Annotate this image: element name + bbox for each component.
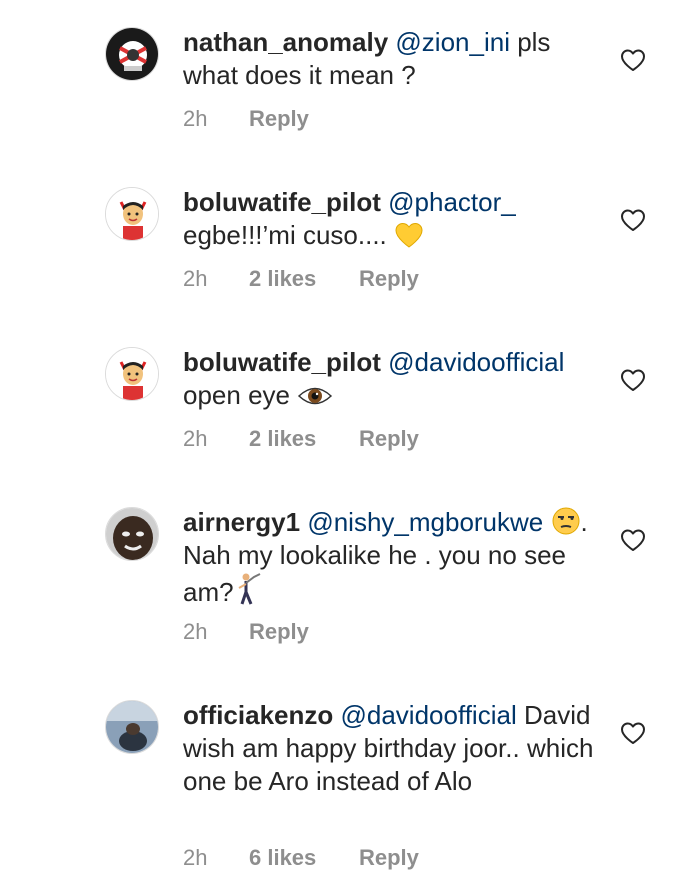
comment-username[interactable]: officiakenzo <box>183 700 333 730</box>
comment-time: 2h <box>183 106 208 131</box>
reply-button[interactable]: Reply <box>359 845 419 871</box>
avatar[interactable] <box>105 700 159 754</box>
avatar[interactable] <box>105 347 159 401</box>
comment-mention[interactable]: @phactor_ <box>388 187 516 217</box>
reply-button[interactable]: Reply <box>359 426 419 452</box>
unamused-face-emoji <box>552 507 579 535</box>
avatar[interactable] <box>105 187 159 241</box>
comment-mention[interactable]: @zion_ini <box>395 27 510 57</box>
comment-body: egbe!!!’mi cuso.... <box>183 220 394 250</box>
comment-meta: 2h 2 likes Reply <box>183 426 419 452</box>
reply-button[interactable]: Reply <box>249 106 309 132</box>
comment-username[interactable]: nathan_anomaly <box>183 27 388 57</box>
heart-outline-icon[interactable] <box>620 208 646 232</box>
comment-mention[interactable]: @nishy_mgborukwe <box>307 507 543 537</box>
comment-text: officiakenzo @davidoofficial David wish … <box>183 699 598 798</box>
comment-meta: 2h Reply <box>183 106 309 132</box>
heart-outline-icon[interactable] <box>620 48 646 72</box>
yellow-heart-emoji <box>395 222 423 248</box>
comment-likes[interactable]: 2 likes <box>249 266 359 292</box>
comment-mention[interactable]: @davidoofficial <box>340 700 516 730</box>
comment-meta: 2h Reply <box>183 619 309 645</box>
comment-time: 2h <box>183 266 208 291</box>
comment-time: 2h <box>183 845 208 870</box>
comment-likes[interactable]: 2 likes <box>249 426 359 452</box>
comment-text: airnergy1 @nishy_mgborukwe . Nah my look… <box>183 506 598 609</box>
comment-body: open eye <box>183 380 298 410</box>
eye-emoji <box>298 387 333 405</box>
heart-outline-icon[interactable] <box>620 368 646 392</box>
heart-outline-icon[interactable] <box>620 721 646 745</box>
comment-time: 2h <box>183 619 208 644</box>
heart-outline-icon[interactable] <box>620 528 646 552</box>
comment-mention[interactable]: @davidoofficial <box>388 347 564 377</box>
comment-likes[interactable]: 6 likes <box>249 845 359 871</box>
comment-meta: 2h 6 likes Reply <box>183 845 419 871</box>
comment-text: boluwatife_pilot @phactor_ egbe!!!’mi cu… <box>183 186 598 252</box>
comment-text: boluwatife_pilot @davidoofficial open ey… <box>183 346 598 412</box>
reply-button[interactable]: Reply <box>249 619 309 645</box>
comment-time: 2h <box>183 426 208 451</box>
comment-text: nathan_anomaly @zion_ini pls what does i… <box>183 26 598 92</box>
golfer-emoji <box>238 573 261 605</box>
comment-username[interactable]: boluwatife_pilot <box>183 187 381 217</box>
avatar[interactable] <box>105 27 159 81</box>
comment-username[interactable]: airnergy1 <box>183 507 300 537</box>
comment-meta: 2h 2 likes Reply <box>183 266 419 292</box>
comment-username[interactable]: boluwatife_pilot <box>183 347 381 377</box>
reply-button[interactable]: Reply <box>359 266 419 292</box>
avatar[interactable] <box>105 507 159 561</box>
